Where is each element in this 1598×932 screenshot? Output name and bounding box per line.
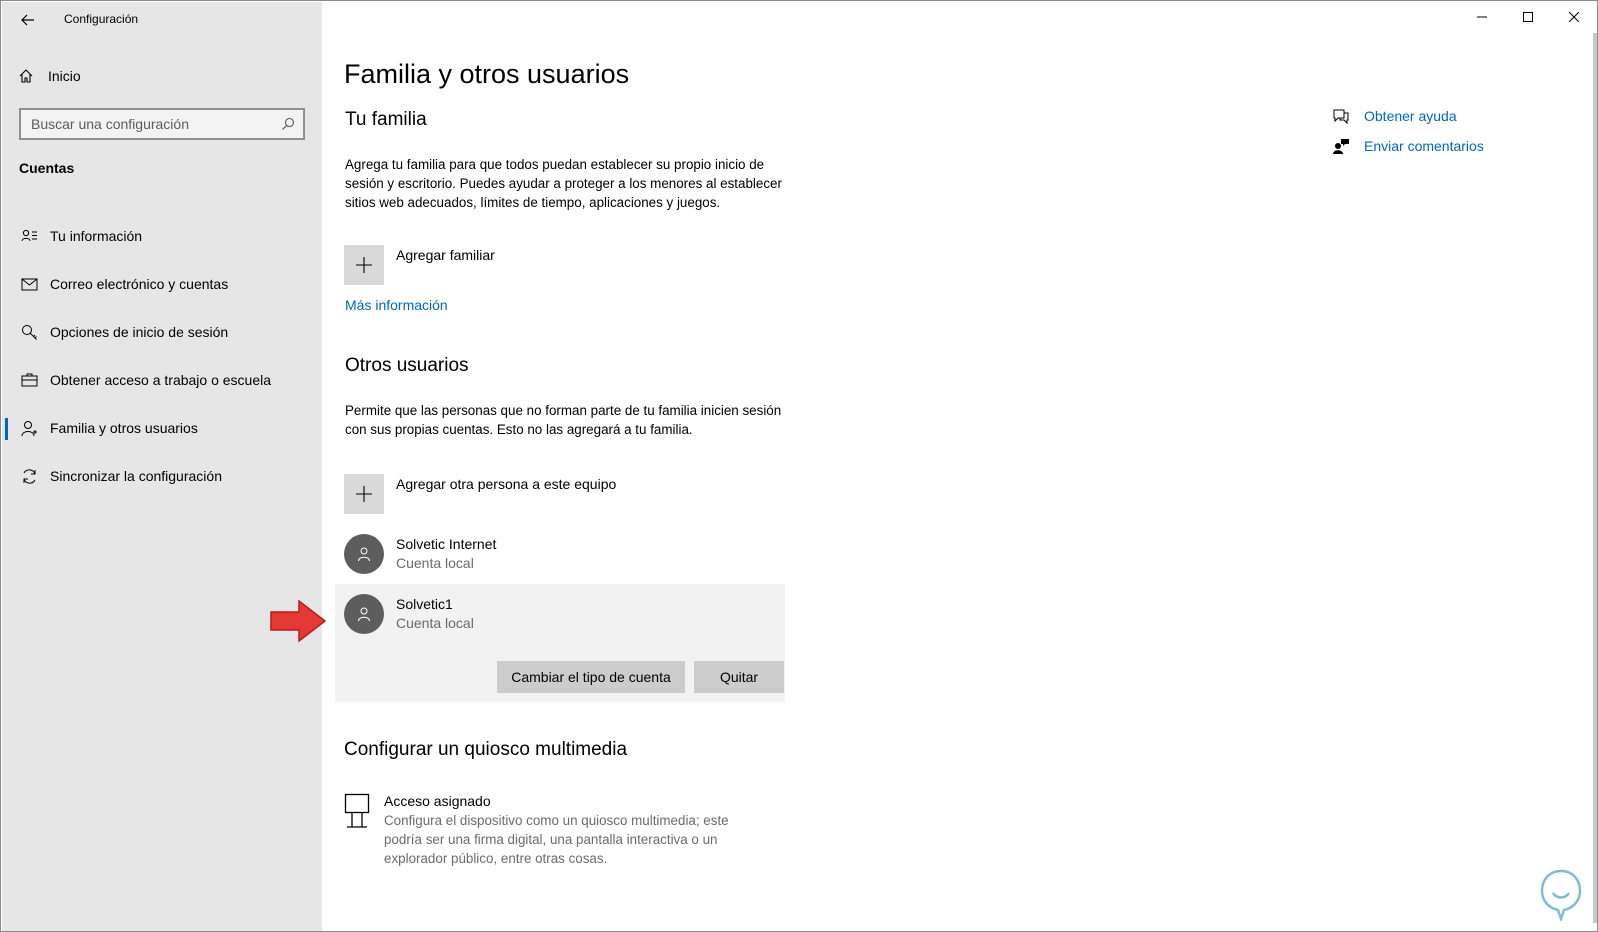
minimize-icon (1477, 16, 1487, 18)
main-content: Familia y otros usuarios Tu familia Agre… (335, 1, 1144, 931)
add-family-button[interactable]: Agregar familiar (344, 245, 495, 285)
settings-window: Configuración Inicio Buscar una configur… (0, 0, 1598, 932)
back-arrow-icon (21, 14, 34, 26)
section-title: Cuentas (19, 160, 75, 176)
logo-icon (1540, 869, 1582, 921)
sidebar-item-label: Tu información (50, 228, 143, 244)
sidebar-item-trabajo-escuela[interactable]: Obtener acceso a trabajo o escuela (2, 356, 322, 404)
help-panel: Obtener ayuda Enviar comentarios (1332, 101, 1484, 161)
sidebar-item-label: Opciones de inicio de sesión (50, 324, 229, 340)
maximize-button[interactable] (1505, 1, 1551, 33)
sidebar-nav: Tu información Correo electrónico y cuen… (2, 212, 322, 500)
feedback-icon (1333, 139, 1349, 154)
plus-icon (344, 245, 384, 285)
avatar (344, 534, 384, 574)
home-link[interactable]: Inicio (18, 64, 81, 88)
briefcase-icon (20, 371, 38, 389)
search-input[interactable]: Buscar una configuración (19, 108, 305, 140)
add-family-label: Agregar familiar (396, 247, 495, 263)
sidebar-item-correo[interactable]: Correo electrónico y cuentas (2, 260, 322, 308)
sidebar: Configuración Inicio Buscar una configur… (2, 2, 322, 931)
sidebar-item-label: Sincronizar la configuración (50, 468, 222, 484)
home-label: Inicio (48, 68, 81, 84)
search-icon (282, 117, 295, 130)
send-feedback-link[interactable]: Enviar comentarios (1332, 131, 1484, 161)
user-type: Cuenta local (396, 615, 474, 631)
minimize-button[interactable] (1459, 1, 1505, 33)
sidebar-item-tu-informacion[interactable]: Tu información (2, 212, 322, 260)
sidebar-item-inicio-sesion[interactable]: Opciones de inicio de sesión (2, 308, 322, 356)
person-add-icon (20, 419, 38, 437)
change-account-type-button[interactable]: Cambiar el tipo de cuenta (497, 661, 685, 693)
user-name: Solvetic1 (396, 596, 453, 612)
add-other-person-label: Agregar otra persona a este equipo (396, 476, 617, 492)
sidebar-item-sincronizar[interactable]: Sincronizar la configuración (2, 452, 322, 500)
red-arrow-icon (270, 599, 327, 643)
assigned-access-item[interactable]: Acceso asignado Configura el dispositivo… (344, 793, 754, 868)
person-card-icon (20, 227, 38, 245)
others-heading: Otros usuarios (345, 355, 469, 376)
get-help-link[interactable]: Obtener ayuda (1332, 101, 1484, 131)
feedback-label: Enviar comentarios (1364, 138, 1484, 154)
mail-icon (20, 275, 38, 293)
person-icon (358, 547, 370, 562)
page-title: Familia y otros usuarios (344, 59, 630, 89)
sync-icon (20, 467, 38, 485)
app-title: Configuración (64, 12, 139, 26)
user-item[interactable]: Solvetic Internet Cuenta local (344, 534, 496, 574)
user-item-selected[interactable]: Solvetic1 Cuenta local (344, 594, 474, 634)
kiosk-icon (344, 793, 370, 828)
key-icon (20, 323, 38, 341)
sidebar-item-label: Obtener acceso a trabajo o escuela (50, 372, 272, 388)
window-controls (1459, 1, 1597, 33)
back-button[interactable] (16, 8, 40, 32)
family-description: Agrega tu familia para que todos puedan … (345, 157, 782, 210)
home-icon (19, 69, 33, 83)
kiosk-description: Configura el dispositivo como un quiosco… (384, 813, 729, 866)
plus-icon (344, 474, 384, 514)
kiosk-heading: Configurar un quiosco multimedia (344, 739, 628, 760)
family-heading: Tu familia (345, 109, 427, 130)
sidebar-item-label: Correo electrónico y cuentas (50, 276, 229, 292)
scrollbar[interactable] (1593, 33, 1597, 923)
remove-button[interactable]: Quitar (694, 661, 784, 693)
search-placeholder: Buscar una configuración (31, 116, 189, 132)
maximize-icon (1523, 12, 1533, 22)
close-icon (1569, 12, 1579, 22)
person-icon (358, 607, 370, 622)
chat-help-icon (1333, 109, 1349, 124)
avatar (344, 594, 384, 634)
close-button[interactable] (1551, 1, 1597, 33)
get-help-label: Obtener ayuda (1364, 108, 1457, 124)
sidebar-item-label: Familia y otros usuarios (50, 420, 198, 436)
kiosk-title: Acceso asignado (384, 793, 491, 809)
others-description: Permite que las personas que no forman p… (345, 403, 782, 437)
user-name: Solvetic Internet (396, 536, 497, 552)
more-info-link[interactable]: Más información (345, 297, 448, 313)
user-type: Cuenta local (396, 555, 474, 571)
sidebar-item-familia[interactable]: Familia y otros usuarios (2, 404, 322, 452)
add-other-person-button[interactable]: Agregar otra persona a este equipo (344, 474, 616, 514)
